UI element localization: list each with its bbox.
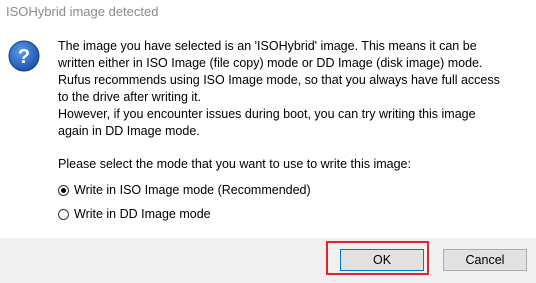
message-line: again in DD Image mode.	[58, 124, 200, 138]
iso-mode-option[interactable]: Write in ISO Image mode (Recommended)	[58, 183, 311, 197]
dd-mode-radio[interactable]	[58, 208, 69, 220]
message-line: written either in ISO Image (file copy) …	[58, 56, 483, 70]
iso-mode-label: Write in ISO Image mode (Recommended)	[74, 183, 311, 197]
message-line: However, if you encounter issues during …	[58, 107, 476, 121]
iso-mode-radio[interactable]	[58, 184, 69, 196]
isohybrid-dialog: ISOHybrid image detected ? The image you…	[0, 0, 536, 283]
message-line: The image you have selected is an 'ISOHy…	[58, 39, 477, 53]
svg-text:?: ?	[18, 46, 30, 68]
dd-mode-option[interactable]: Write in DD Image mode	[58, 207, 211, 221]
ok-button[interactable]: OK	[340, 249, 424, 271]
message-text: The image you have selected is an 'ISOHy…	[58, 38, 528, 140]
cancel-button[interactable]: Cancel	[443, 249, 527, 271]
message-line: to the drive after writing it.	[58, 90, 202, 104]
button-bar: OK Cancel	[0, 238, 536, 283]
dd-mode-label: Write in DD Image mode	[74, 207, 211, 221]
question-icon: ?	[8, 40, 40, 72]
mode-prompt: Please select the mode that you want to …	[58, 157, 411, 171]
title-bar[interactable]: ISOHybrid image detected	[0, 0, 536, 26]
window-title: ISOHybrid image detected	[6, 4, 159, 19]
message-line: Rufus recommends using ISO Image mode, s…	[58, 73, 500, 87]
